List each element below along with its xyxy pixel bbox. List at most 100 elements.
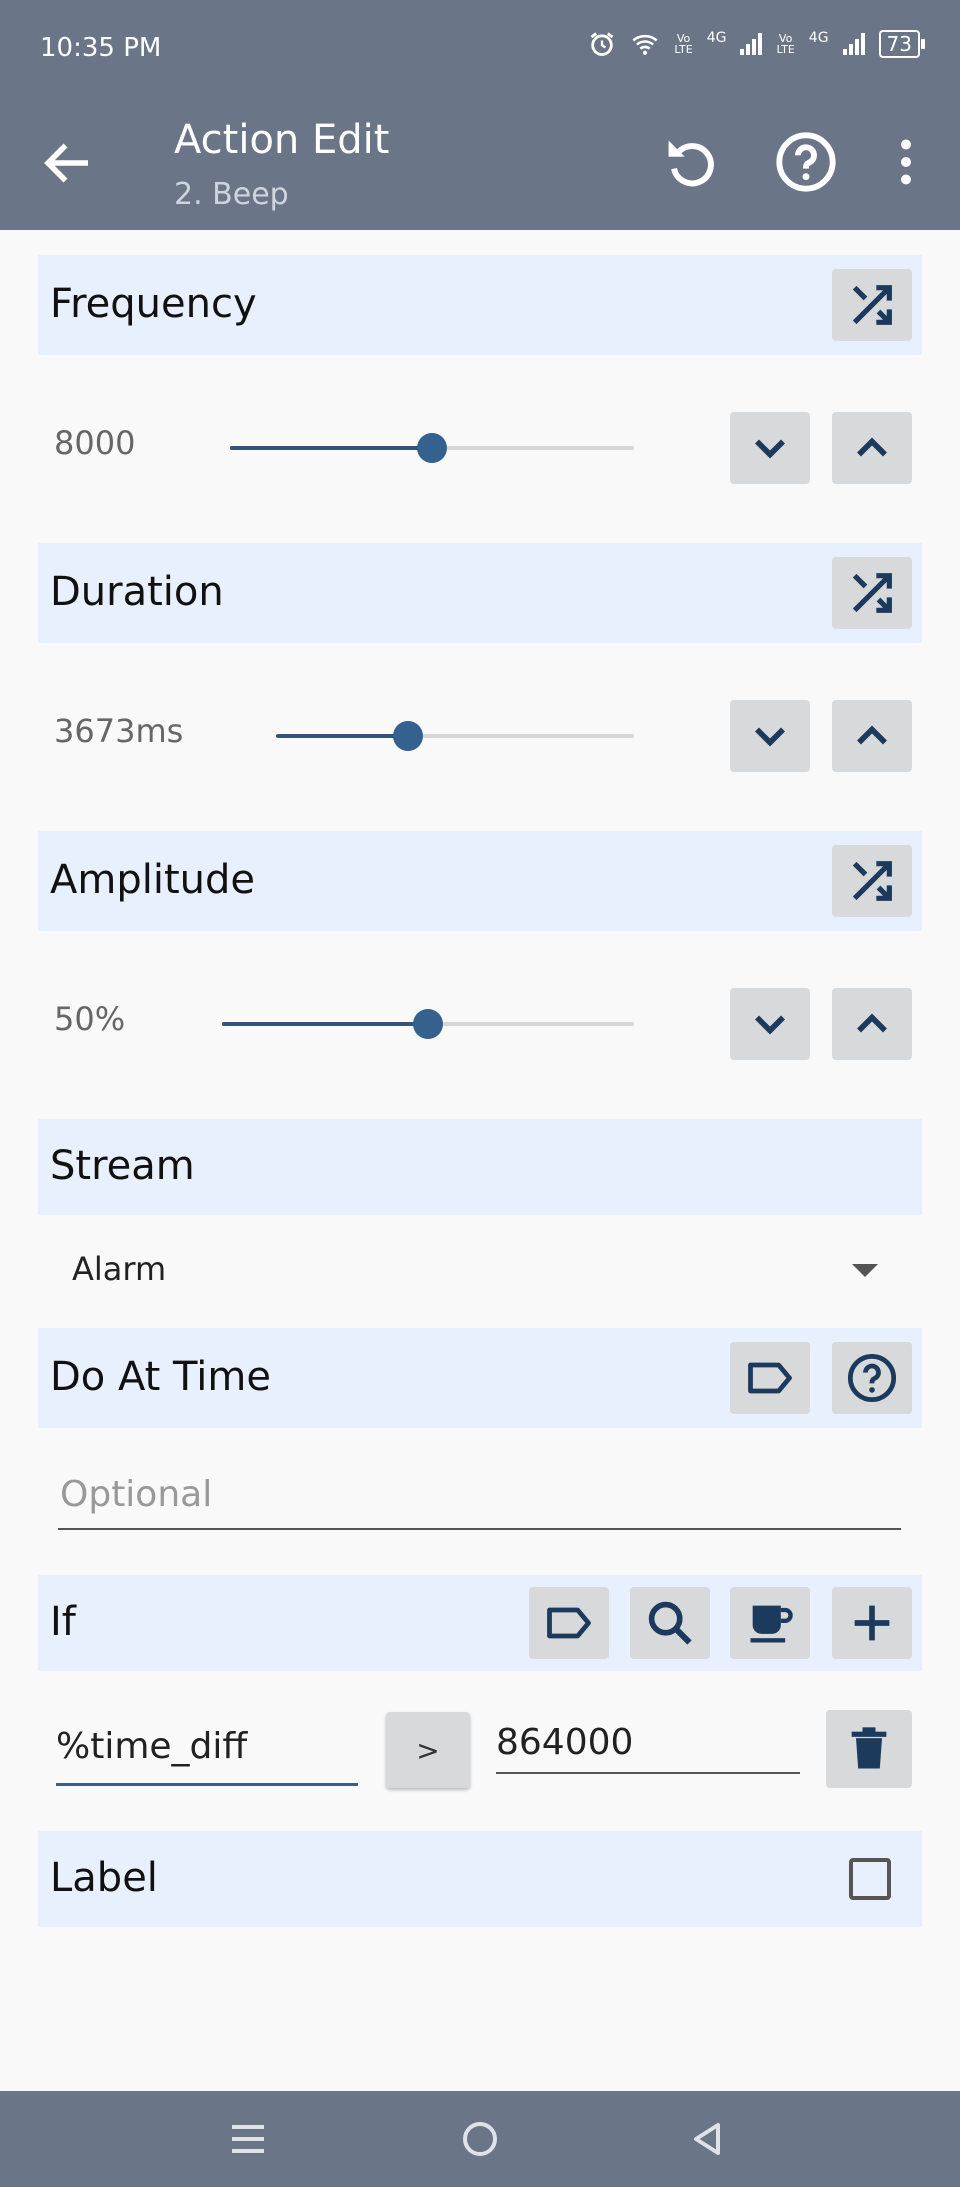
undo-icon[interactable]	[658, 130, 722, 194]
app-bar: Action Edit 2. Beep	[0, 95, 960, 230]
frequency-increase-button[interactable]	[832, 412, 912, 484]
network-type-2: 4G	[808, 30, 829, 46]
chevron-up-icon	[857, 1013, 887, 1033]
chevron-up-icon	[857, 725, 887, 745]
frequency-section: Frequency	[38, 255, 922, 355]
amplitude-label: Amplitude	[50, 857, 255, 903]
amplitude-slider[interactable]	[222, 1009, 634, 1039]
volte-badge-1: Vo LTE	[674, 33, 692, 55]
coffee-cup-icon	[750, 1605, 793, 1643]
label-section-label: Label	[50, 1855, 158, 1901]
network-type-1: 4G	[706, 30, 727, 46]
if-delete-button[interactable]	[826, 1710, 912, 1788]
search-icon	[648, 1601, 692, 1645]
if-left-operand-input[interactable]: %time_diff	[56, 1722, 358, 1786]
do-at-time-help-button[interactable]	[832, 1342, 912, 1414]
frequency-slider-fill	[230, 446, 432, 450]
status-time: 10:35 PM	[40, 33, 162, 63]
volte-2-bottom: LTE	[776, 43, 795, 56]
stream-selected-value: Alarm	[72, 1250, 167, 1288]
do-at-time-variable-button[interactable]	[730, 1342, 810, 1414]
signal-icon-2	[842, 33, 865, 55]
do-at-time-input[interactable]: Optional	[58, 1470, 901, 1530]
stream-dropdown[interactable]: Alarm	[38, 1230, 922, 1310]
if-label: If	[50, 1599, 76, 1645]
if-right-operand-value: 864000	[496, 1722, 634, 1763]
signal-icon-1	[740, 33, 763, 55]
chevron-down-icon	[755, 1015, 785, 1035]
chevron-down-icon	[755, 727, 785, 747]
shuffle-icon	[852, 285, 892, 325]
more-vert-icon[interactable]	[876, 130, 936, 194]
battery-icon: 73	[878, 30, 926, 58]
frequency-random-button[interactable]	[832, 269, 912, 341]
duration-section: Duration	[38, 543, 922, 643]
frequency-slider-thumb[interactable]	[417, 433, 447, 463]
label-tag-icon	[547, 1607, 591, 1639]
page-title: Action Edit	[174, 117, 390, 163]
stream-section: Stream	[38, 1119, 922, 1215]
volte-1-bottom: LTE	[674, 43, 693, 56]
if-add-button[interactable]	[832, 1587, 912, 1659]
stream-label: Stream	[50, 1143, 195, 1189]
plus-icon	[854, 1605, 890, 1641]
duration-value: 3673ms	[54, 712, 184, 750]
frequency-decrease-button[interactable]	[730, 412, 810, 484]
battery-level: 73	[886, 32, 912, 56]
chevron-up-icon	[857, 437, 887, 457]
wifi-icon	[632, 34, 658, 55]
amplitude-slider-thumb[interactable]	[413, 1009, 443, 1039]
amplitude-random-button[interactable]	[832, 845, 912, 917]
amplitude-value: 50%	[54, 1000, 126, 1038]
do-at-time-placeholder: Optional	[60, 1474, 213, 1515]
status-bar: 10:35 PM Vo LTE 4G Vo LTE 4G 73	[0, 0, 960, 95]
duration-slider-thumb[interactable]	[393, 721, 424, 751]
label-checkbox[interactable]	[849, 1858, 891, 1900]
frequency-slider[interactable]	[230, 433, 634, 463]
back-triangle-icon[interactable]	[684, 2115, 732, 2163]
label-tag-icon	[748, 1362, 792, 1394]
chevron-down-icon	[755, 439, 785, 459]
if-operator-label: >	[416, 1733, 440, 1767]
if-variable-button[interactable]	[529, 1587, 609, 1659]
duration-increase-button[interactable]	[832, 700, 912, 772]
amplitude-slider-fill	[222, 1022, 428, 1026]
status-icons: Vo LTE 4G Vo LTE 4G 73	[588, 30, 926, 58]
help-circle-icon[interactable]	[774, 130, 838, 194]
frequency-slider-row: 8000	[38, 398, 922, 498]
duration-slider[interactable]	[276, 721, 634, 751]
duration-decrease-button[interactable]	[730, 700, 810, 772]
if-section: If	[38, 1575, 922, 1671]
do-at-time-section: Do At Time	[38, 1328, 922, 1428]
top-bar: 10:35 PM Vo LTE 4G Vo LTE 4G 73 Action E…	[0, 0, 960, 230]
amplitude-decrease-button[interactable]	[730, 988, 810, 1060]
home-circle-icon[interactable]	[456, 2115, 504, 2163]
do-at-time-label: Do At Time	[50, 1354, 271, 1400]
trash-icon	[851, 1727, 887, 1769]
shuffle-icon	[852, 861, 892, 901]
if-coffee-button[interactable]	[730, 1587, 810, 1659]
label-section: Label	[38, 1831, 922, 1927]
amplitude-increase-button[interactable]	[832, 988, 912, 1060]
frequency-label: Frequency	[50, 281, 257, 327]
amplitude-slider-row: 50%	[38, 974, 922, 1074]
alarm-icon	[591, 32, 614, 56]
if-right-operand-input[interactable]: 864000	[496, 1722, 800, 1774]
duration-slider-row: 3673ms	[38, 686, 922, 786]
menu-icon[interactable]	[224, 2115, 272, 2163]
frequency-value: 8000	[54, 424, 136, 462]
system-nav-bar	[0, 2091, 960, 2187]
if-left-operand-value: %time_diff	[56, 1726, 248, 1767]
if-search-button[interactable]	[630, 1587, 710, 1659]
page-subtitle: 2. Beep	[174, 177, 289, 212]
volte-badge-2: Vo LTE	[776, 33, 794, 55]
duration-random-button[interactable]	[832, 557, 912, 629]
amplitude-section: Amplitude	[38, 831, 922, 931]
duration-label: Duration	[50, 569, 224, 615]
help-circle-icon	[847, 1353, 897, 1403]
shuffle-icon	[852, 573, 892, 613]
arrow-back-icon[interactable]	[38, 133, 98, 193]
dropdown-arrow-icon	[852, 1264, 878, 1277]
duration-slider-fill	[276, 734, 409, 738]
if-operator-button[interactable]: >	[386, 1712, 470, 1788]
